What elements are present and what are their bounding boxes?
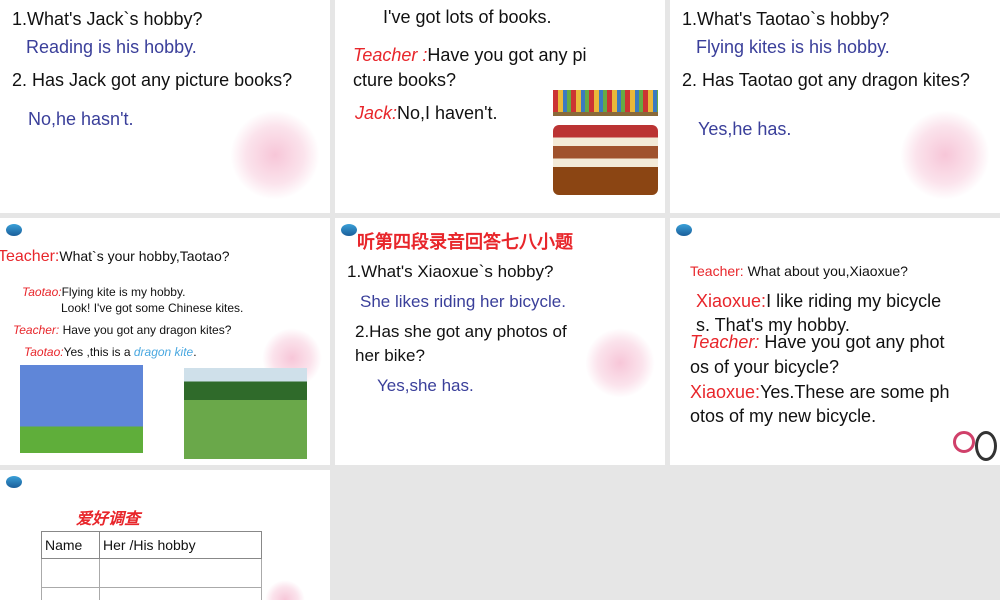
bicycle-image xyxy=(953,406,998,461)
logo-icon xyxy=(6,476,22,488)
logo-icon xyxy=(676,224,692,236)
question-2: 2.Has she got any photos of xyxy=(355,322,567,341)
period: . xyxy=(193,345,197,359)
speaker-jack: Jack: xyxy=(355,103,398,123)
slide-title: 听第四段录音回答七八小题 xyxy=(357,232,573,253)
speaker-teacher: Teacher: xyxy=(0,248,60,265)
dragon-kite-link: dragon kite xyxy=(133,345,194,359)
slide-5[interactable]: 听第四段录音回答七八小题 1.What's Xiaoxue`s hobby? S… xyxy=(335,218,665,465)
slide-1[interactable]: 1.What's Jack`s hobby? Reading is his ho… xyxy=(0,0,330,213)
speaker-xiaoxue: Xiaoxue: xyxy=(690,382,761,402)
slide-4[interactable]: Teacher:What`s your hobby,Taotao? Taotao… xyxy=(0,218,330,465)
speaker-teacher: Teacher: xyxy=(690,263,744,279)
flower-decoration xyxy=(230,110,320,200)
table-header-row: Name Her /His hobby xyxy=(41,531,262,559)
dragon-kite-photo xyxy=(184,368,307,459)
question-1: 1.What's Taotao`s hobby? xyxy=(682,9,890,29)
slide-2[interactable]: I've got lots of books. Teacher :Have yo… xyxy=(335,0,665,213)
answer-2: No,he hasn't. xyxy=(28,109,134,129)
teacher-line-2: Have you got any phot xyxy=(759,332,945,352)
slide-6[interactable]: Teacher: What about you,Xiaoxue? Xiaoxue… xyxy=(670,218,1000,465)
flower-decoration xyxy=(900,110,990,200)
slide-title: 爱好调查 xyxy=(76,509,141,528)
speaker-taotao: Taotao: xyxy=(24,345,64,359)
xiaoxue-line-1: I like riding my bicycle xyxy=(766,291,942,311)
header-name: Name xyxy=(41,531,100,559)
taotao-line-1: Flying kite is my hobby. xyxy=(61,285,186,299)
question-2-cont: her bike? xyxy=(355,346,425,365)
teacher-line-2: Have you got any dragon kites? xyxy=(59,323,232,337)
table-row[interactable] xyxy=(41,587,262,600)
speaker-xiaoxue: Xiaoxue: xyxy=(696,291,767,311)
teacher-line: What`s your hobby,Taotao? xyxy=(59,248,230,264)
kite-photo xyxy=(20,365,143,453)
taotao-line-3: Yes ,this is a xyxy=(63,345,134,359)
teacher-line: What about you,Xiaoxue? xyxy=(743,263,908,279)
xiaoxue-line-3: Yes.These are some ph xyxy=(760,382,950,402)
speaker-teacher: Teacher : xyxy=(353,45,428,65)
teacher-line-2: cture books? xyxy=(353,70,457,90)
text-line: I've got lots of books. xyxy=(383,7,552,27)
teacher-line: Have you got any pi xyxy=(427,45,587,65)
answer-1: Flying kites is his hobby. xyxy=(696,37,890,57)
question-1: 1.What's Jack`s hobby? xyxy=(12,9,203,29)
slide-7[interactable]: 爱好调查 Name Her /His hobby xyxy=(0,470,330,600)
header-hobby: Her /His hobby xyxy=(99,531,262,559)
books-image xyxy=(553,125,658,195)
jack-line: No,I haven't. xyxy=(397,103,498,123)
answer-1: Reading is his hobby. xyxy=(26,37,197,57)
speaker-teacher: Teacher: xyxy=(13,323,60,337)
hobby-survey-table: Name Her /His hobby xyxy=(41,531,262,600)
question-2: 2. Has Jack got any picture books? xyxy=(12,70,293,90)
answer-2: Yes,he has. xyxy=(698,119,792,139)
flower-decoration xyxy=(265,580,305,600)
answer-1: She likes riding her bicycle. xyxy=(360,292,566,311)
speaker-teacher: Teacher: xyxy=(690,332,760,352)
table-row[interactable] xyxy=(41,558,262,588)
bookshelf-image xyxy=(553,90,658,116)
question-1: 1.What's Xiaoxue`s hobby? xyxy=(347,262,554,281)
speaker-taotao: Taotao: xyxy=(22,285,62,299)
flower-decoration xyxy=(585,328,655,398)
xiaoxue-line-4: otos of my new bicycle. xyxy=(690,406,877,426)
logo-icon xyxy=(341,224,357,236)
question-2: 2. Has Taotao got any dragon kites? xyxy=(682,70,970,90)
taotao-line-2: Look! I've got some Chinese kites. xyxy=(61,301,244,315)
teacher-line-3: os of your bicycle? xyxy=(690,357,840,377)
slide-3[interactable]: 1.What's Taotao`s hobby? Flying kites is… xyxy=(670,0,1000,213)
logo-icon xyxy=(6,224,22,236)
answer-2: Yes,she has. xyxy=(377,376,474,395)
